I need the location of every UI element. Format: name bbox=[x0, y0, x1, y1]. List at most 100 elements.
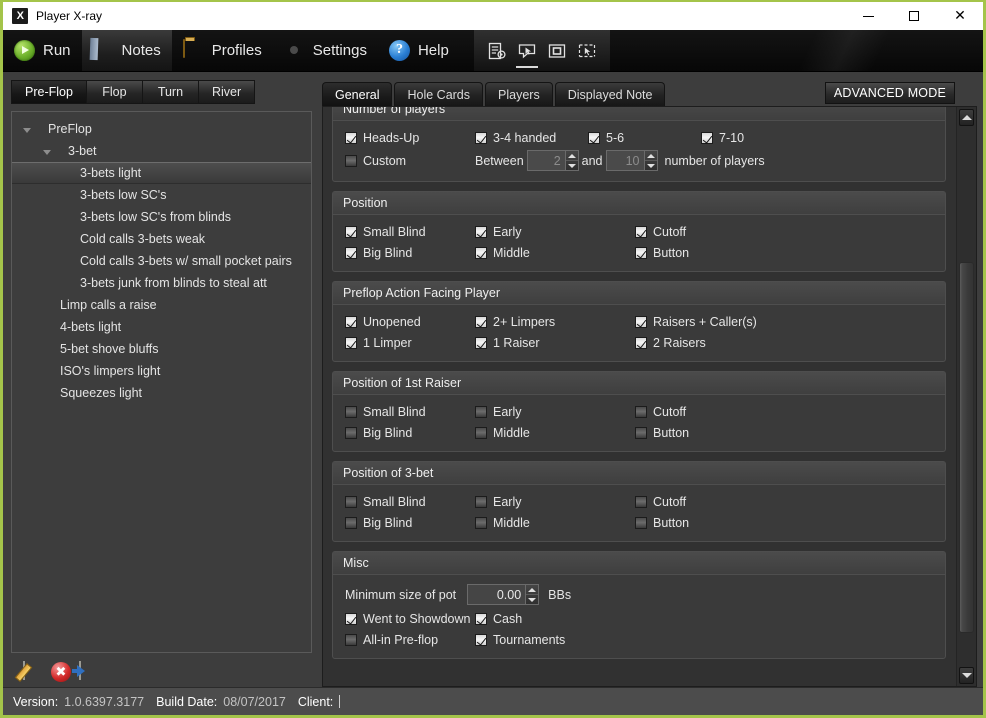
group-body: Small Blind Early Cutoff Big Blind Middl… bbox=[333, 215, 945, 271]
checkbox-unopened[interactable]: Unopened bbox=[345, 315, 475, 329]
group-title: Number of players bbox=[333, 107, 945, 121]
checkbox-3bet-early[interactable]: Early bbox=[475, 495, 635, 509]
caret-down-icon bbox=[646, 163, 655, 168]
checkbox-raiser-small-blind[interactable]: Small Blind bbox=[345, 405, 475, 419]
tree-item-3bet[interactable]: 3-bet bbox=[12, 140, 311, 162]
checkbox-2-raisers[interactable]: 2 Raisers bbox=[635, 336, 706, 350]
checkbox-tournaments[interactable]: Tournaments bbox=[475, 633, 565, 647]
scroll-down-button[interactable] bbox=[959, 667, 974, 684]
menu-item-help[interactable]: ? Help bbox=[378, 30, 460, 71]
street-tab-river[interactable]: River bbox=[197, 80, 256, 104]
checkbox-custom[interactable]: Custom bbox=[345, 154, 475, 168]
cursor-window-icon[interactable] bbox=[514, 38, 540, 68]
minimize-button[interactable] bbox=[845, 2, 891, 30]
advanced-mode-button[interactable]: ADVANCED MODE bbox=[824, 82, 955, 104]
checkbox-label: 7-10 bbox=[719, 130, 745, 145]
checkbox-position-big-blind[interactable]: Big Blind bbox=[345, 246, 475, 260]
checkbox-raiser-middle[interactable]: Middle bbox=[475, 426, 635, 440]
tab-general[interactable]: General bbox=[322, 82, 393, 106]
stepper-down-button[interactable] bbox=[566, 161, 578, 170]
min-players-value[interactable]: 2 bbox=[526, 150, 565, 171]
tree-item-iso-limpers[interactable]: ISO's limpers light bbox=[12, 360, 311, 382]
checkbox-box bbox=[345, 246, 357, 259]
street-tab-flop[interactable]: Flop bbox=[85, 80, 142, 104]
checkbox-position-cutoff[interactable]: Cutoff bbox=[635, 225, 686, 239]
checkbox-position-button[interactable]: Button bbox=[635, 246, 689, 260]
square-outline-icon[interactable] bbox=[544, 38, 570, 64]
checkbox-3-4-handed[interactable]: 3-4 handed bbox=[475, 131, 588, 145]
menu-item-notes[interactable]: Notes bbox=[81, 30, 172, 71]
checkbox-all-in-preflop[interactable]: All-in Pre-flop bbox=[345, 633, 475, 647]
add-note-button[interactable] bbox=[79, 661, 101, 684]
tree-item-3bets-junk[interactable]: 3-bets junk from blinds to steal att bbox=[12, 272, 311, 294]
stepper-up-button[interactable] bbox=[526, 585, 539, 595]
checkbox-position-early[interactable]: Early bbox=[475, 225, 635, 239]
group-body: Small Blind Early Cutoff Big Blind Middl… bbox=[333, 485, 945, 541]
chevron-down-icon[interactable] bbox=[43, 149, 51, 155]
document-settings-icon[interactable] bbox=[484, 38, 510, 64]
tree-item-3bets-light[interactable]: 3-bets light bbox=[12, 162, 311, 184]
notes-tree[interactable]: PreFlop 3-bet 3-bets light 3-bets low SC… bbox=[11, 111, 312, 653]
checkbox-3bet-big-blind[interactable]: Big Blind bbox=[345, 516, 475, 530]
checkbox-position-middle[interactable]: Middle bbox=[475, 246, 635, 260]
tree-item-3bets-low-scs-blinds[interactable]: 3-bets low SC's from blinds bbox=[12, 206, 311, 228]
select-region-cursor-icon[interactable] bbox=[574, 38, 600, 64]
tree-item-squeezes-light[interactable]: Squeezes light bbox=[12, 382, 311, 404]
checkbox-3bet-button[interactable]: Button bbox=[635, 516, 689, 530]
vertical-scrollbar[interactable] bbox=[956, 107, 976, 686]
tree-item-5bet-shove[interactable]: 5-bet shove bluffs bbox=[12, 338, 311, 360]
max-players-value[interactable]: 10 bbox=[605, 150, 644, 171]
checkbox-5-6[interactable]: 5-6 bbox=[588, 131, 701, 145]
tree-item-3bets-low-scs[interactable]: 3-bets low SC's bbox=[12, 184, 311, 206]
minimum-pot-unit-label: BBs bbox=[548, 587, 572, 602]
checkbox-position-small-blind[interactable]: Small Blind bbox=[345, 225, 475, 239]
tab-players[interactable]: Players bbox=[485, 82, 553, 106]
scroll-up-button[interactable] bbox=[959, 109, 974, 126]
checkbox-1-raiser[interactable]: 1 Raiser bbox=[475, 336, 635, 350]
checkbox-3bet-cutoff[interactable]: Cutoff bbox=[635, 495, 686, 509]
checkbox-raiser-early[interactable]: Early bbox=[475, 405, 635, 419]
scrollbar-track[interactable] bbox=[957, 128, 976, 665]
street-tab-turn[interactable]: Turn bbox=[141, 80, 198, 104]
checkbox-box bbox=[345, 612, 357, 625]
maximize-button[interactable] bbox=[891, 2, 937, 30]
edit-note-button[interactable] bbox=[23, 661, 45, 684]
tab-displayed-note[interactable]: Displayed Note bbox=[554, 82, 666, 106]
tree-item-cold-calls-pairs[interactable]: Cold calls 3-bets w/ small pocket pairs bbox=[12, 250, 311, 272]
checkbox-3bet-small-blind[interactable]: Small Blind bbox=[345, 495, 475, 509]
stepper-down-button[interactable] bbox=[526, 595, 538, 604]
checkbox-label: Cash bbox=[493, 611, 523, 626]
tree-item-cold-calls-weak[interactable]: Cold calls 3-bets weak bbox=[12, 228, 311, 250]
tree-item-4bets-light[interactable]: 4-bets light bbox=[12, 316, 311, 338]
checkbox-label: Early bbox=[493, 224, 522, 239]
menu-item-profiles[interactable]: Profiles bbox=[172, 30, 273, 71]
tree-item-preflop[interactable]: PreFlop bbox=[12, 118, 311, 140]
checkbox-cash[interactable]: Cash bbox=[475, 612, 522, 626]
checkbox-1-limper[interactable]: 1 Limper bbox=[345, 336, 475, 350]
max-players-stepper[interactable]: 10 bbox=[605, 150, 658, 171]
stepper-down-button[interactable] bbox=[645, 161, 657, 170]
checkbox-raiser-button[interactable]: Button bbox=[635, 426, 689, 440]
chevron-down-icon[interactable] bbox=[23, 127, 31, 133]
close-button[interactable]: ✕ bbox=[937, 2, 983, 30]
checkbox-raiser-big-blind[interactable]: Big Blind bbox=[345, 426, 475, 440]
menu-item-settings[interactable]: Settings bbox=[273, 30, 378, 71]
stepper-up-button[interactable] bbox=[565, 151, 578, 161]
minimum-pot-stepper[interactable]: 0.00 bbox=[467, 584, 540, 605]
checkbox-went-to-showdown[interactable]: Went to Showdown bbox=[345, 612, 475, 626]
tab-hole-cards[interactable]: Hole Cards bbox=[394, 82, 484, 106]
street-tab-preflop[interactable]: Pre-Flop bbox=[11, 80, 86, 104]
checkbox-7-10[interactable]: 7-10 bbox=[701, 131, 744, 145]
checkbox-3bet-middle[interactable]: Middle bbox=[475, 516, 635, 530]
tree-item-limp-calls[interactable]: Limp calls a raise bbox=[12, 294, 311, 316]
minimum-pot-value[interactable]: 0.00 bbox=[467, 584, 526, 605]
delete-note-button[interactable]: ✖ bbox=[51, 662, 73, 684]
checkbox-raiser-cutoff[interactable]: Cutoff bbox=[635, 405, 686, 419]
min-players-stepper[interactable]: 2 bbox=[526, 150, 579, 171]
scrollbar-thumb[interactable] bbox=[959, 262, 974, 633]
checkbox-heads-up[interactable]: Heads-Up bbox=[345, 131, 475, 145]
checkbox-raisers-callers[interactable]: Raisers + Caller(s) bbox=[635, 315, 757, 329]
stepper-up-button[interactable] bbox=[644, 151, 657, 161]
checkbox-2plus-limpers[interactable]: 2+ Limpers bbox=[475, 315, 635, 329]
menu-item-run[interactable]: Run bbox=[3, 30, 82, 71]
